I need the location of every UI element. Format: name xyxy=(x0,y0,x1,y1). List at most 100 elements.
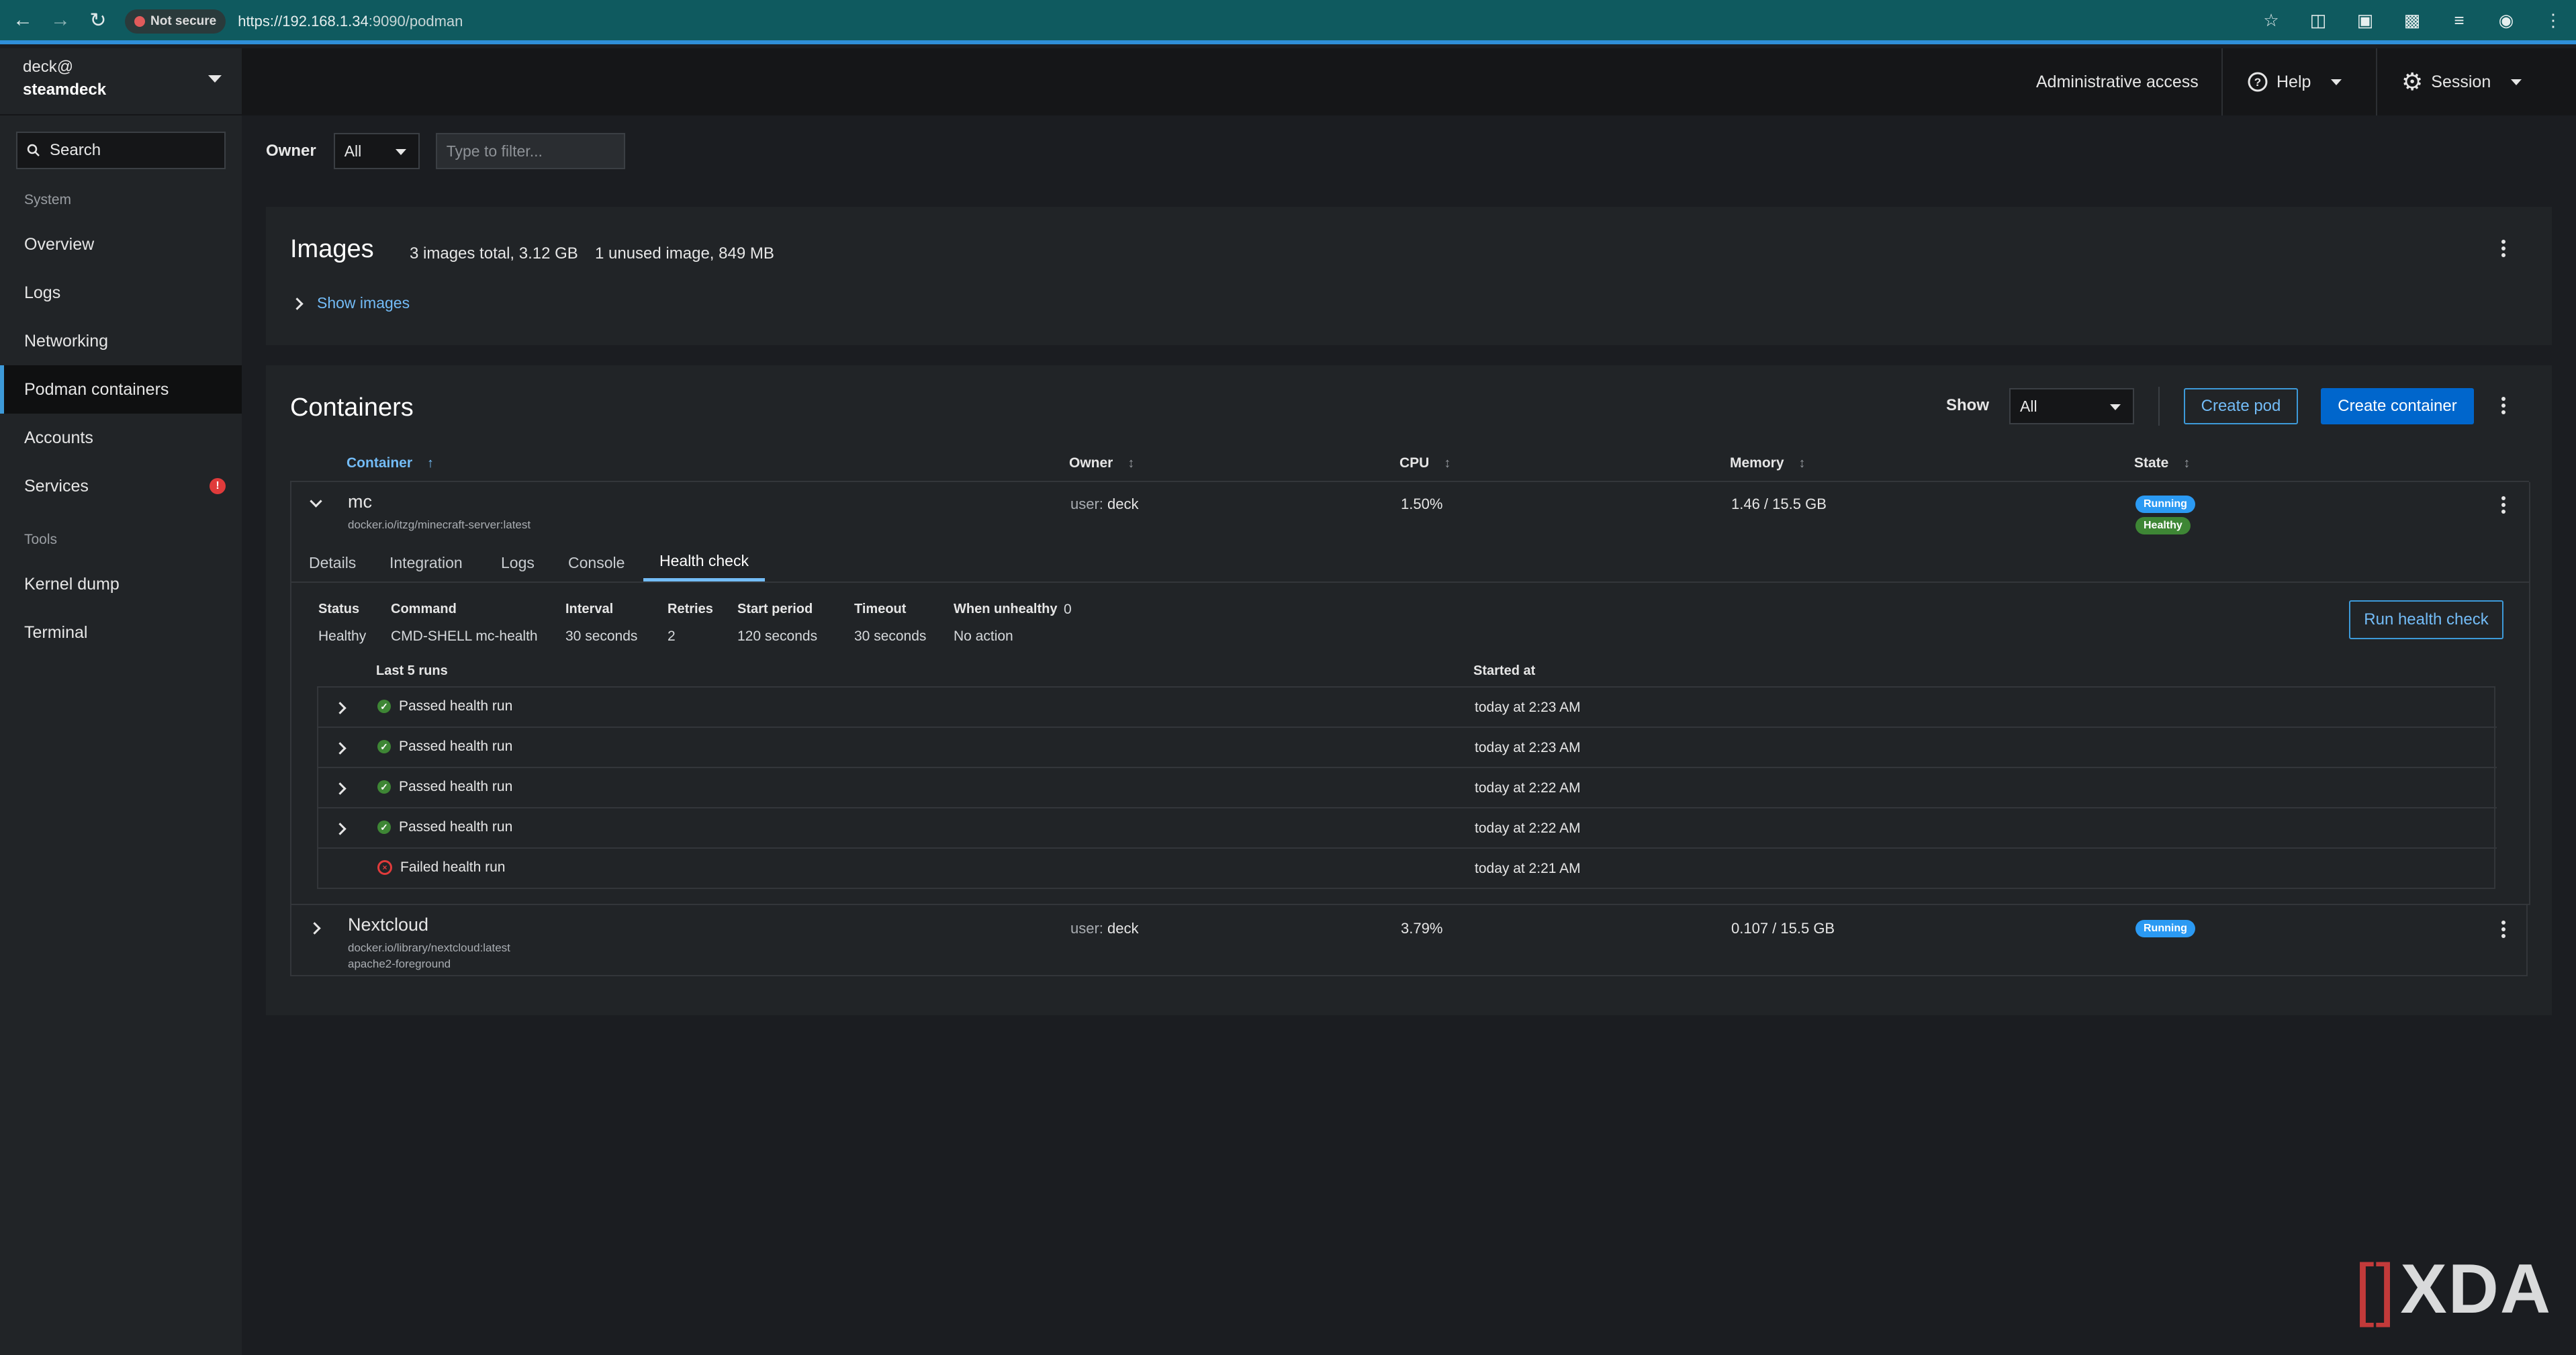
hc-when-unhealthy-label: When unhealthy xyxy=(954,602,1058,616)
reload-icon[interactable]: ↻ xyxy=(83,5,113,35)
sidebar-item-terminal[interactable]: Terminal xyxy=(0,608,242,657)
chevron-right-icon[interactable] xyxy=(291,297,304,310)
xda-logo-icon: [] xyxy=(2354,1250,2397,1328)
hc-start-period-label: Start period xyxy=(737,602,813,616)
error-circle-icon: × xyxy=(377,860,392,875)
show-images-link[interactable]: Show images xyxy=(317,294,410,312)
images-title: Images xyxy=(290,235,374,263)
help-label: Help xyxy=(2276,72,2311,91)
hc-timeout-value: 30 seconds xyxy=(854,628,927,644)
column-header-memory[interactable]: Memory ↕ xyxy=(1730,455,1806,471)
chevron-down-icon[interactable] xyxy=(310,495,322,508)
administrative-access-button[interactable]: Administrative access xyxy=(2036,48,2199,115)
status-badge: Running xyxy=(2135,920,2195,937)
browser-menu-icon[interactable]: ⋮ xyxy=(2540,7,2567,34)
hc-command-label: Command xyxy=(391,602,457,616)
hc-failing-streak: 0 xyxy=(1064,602,1072,617)
sort-icon: ↕ xyxy=(1128,455,1135,471)
sort-ascending-icon: ↑ xyxy=(427,455,434,471)
run-started-at: today at 2:22 AM xyxy=(1475,821,1581,836)
sidebar-item-logs[interactable]: Logs xyxy=(0,269,242,317)
chevron-right-icon[interactable] xyxy=(308,922,321,935)
show-select[interactable]: All xyxy=(2009,388,2134,424)
containers-kebab-icon[interactable] xyxy=(2490,392,2517,419)
extensions-puzzle-icon[interactable]: ▩ xyxy=(2399,7,2426,34)
table-row[interactable]: ✓ Passed health run today at 2:23 AM xyxy=(318,728,2497,768)
session-menu[interactable]: ⚙ Session xyxy=(2401,48,2522,115)
table-row[interactable]: ✓ Passed health run today at 2:22 AM xyxy=(318,768,2497,808)
sort-icon: ↕ xyxy=(1798,455,1806,471)
create-container-button[interactable]: Create container xyxy=(2321,388,2474,424)
run-health-check-button[interactable]: Run health check xyxy=(2349,600,2503,639)
media-controls-icon[interactable]: ≡ xyxy=(2446,7,2473,34)
hc-timeout-label: Timeout xyxy=(854,602,907,616)
run-started-at: today at 2:23 AM xyxy=(1475,740,1581,755)
last-runs-header: Last 5 runs xyxy=(376,663,448,678)
tab-health-check[interactable]: Health check xyxy=(643,544,765,581)
sidebar-item-accounts[interactable]: Accounts xyxy=(0,414,242,462)
address-bar[interactable]: Not secure https://192.168.1.34:9090/pod… xyxy=(125,7,2301,36)
column-header-cpu[interactable]: CPU ↕ xyxy=(1399,455,1451,471)
images-kebab-icon[interactable] xyxy=(2490,235,2517,262)
profile-avatar-icon[interactable]: ◉ xyxy=(2493,7,2520,34)
container-owner: user: deck xyxy=(1070,920,1139,937)
column-header-state[interactable]: State ↕ xyxy=(2134,455,2190,471)
container-command: apache2-foreground xyxy=(348,957,451,970)
sidebar-search[interactable]: Search xyxy=(16,132,226,169)
tab-details[interactable]: Details xyxy=(309,544,356,581)
table-row[interactable]: ✓ Passed health run today at 2:23 AM xyxy=(318,688,2497,728)
run-started-at: today at 2:21 AM xyxy=(1475,861,1581,876)
column-header-container[interactable]: Container ↑ xyxy=(347,455,434,471)
owner-select[interactable]: All xyxy=(333,133,420,169)
run-started-at: today at 2:23 AM xyxy=(1475,700,1581,715)
help-menu[interactable]: ? Help xyxy=(2247,48,2342,115)
extension-shield-icon[interactable]: ◫ xyxy=(2305,7,2332,34)
tab-logs[interactable]: Logs xyxy=(501,544,535,581)
gear-icon: ⚙ xyxy=(2401,68,2424,95)
not-secure-badge[interactable]: Not secure xyxy=(125,9,226,34)
status-badge: Running xyxy=(2135,496,2195,513)
tab-integration[interactable]: Integration xyxy=(389,544,463,581)
sidebar-item-podman-containers[interactable]: Podman containers xyxy=(0,365,242,414)
sidebar-item-overview[interactable]: Overview xyxy=(0,220,242,269)
filter-input[interactable]: Type to filter... xyxy=(435,133,625,169)
sidebar-item-kernel-dump[interactable]: Kernel dump xyxy=(0,560,242,608)
sidebar-item-label: Accounts xyxy=(24,428,93,447)
chevron-right-icon[interactable] xyxy=(334,742,347,755)
table-row[interactable]: ✓ Passed health run today at 2:22 AM xyxy=(318,808,2497,849)
host-switcher[interactable]: deck@ steamdeck xyxy=(0,48,242,115)
sidebar-item-label: Networking xyxy=(24,331,109,351)
sidebar-item-services[interactable]: Services ! xyxy=(0,462,242,510)
create-pod-button[interactable]: Create pod xyxy=(2184,388,2298,424)
container-cpu: 3.79% xyxy=(1401,920,1443,937)
xda-watermark: [] XDA xyxy=(2354,1250,2552,1328)
hc-interval-value: 30 seconds xyxy=(565,628,638,644)
sidebar-item-label: Kernel dump xyxy=(24,574,120,594)
row-kebab-icon[interactable] xyxy=(2490,916,2517,943)
bookmark-star-icon[interactable]: ☆ xyxy=(2258,7,2285,34)
show-select-value: All xyxy=(2020,397,2037,415)
check-circle-icon: ✓ xyxy=(377,740,391,753)
alert-badge-icon: ! xyxy=(210,478,226,494)
chevron-right-icon[interactable] xyxy=(334,823,347,835)
back-icon[interactable]: ← xyxy=(8,5,38,35)
sidebar-item-networking[interactable]: Networking xyxy=(0,317,242,365)
forward-icon[interactable]: → xyxy=(46,5,75,35)
tab-console[interactable]: Console xyxy=(568,544,625,581)
owner-toolbar: Owner All Type to filter... xyxy=(266,133,625,169)
nav-group-system: System xyxy=(24,192,72,207)
container-memory: 1.46 / 15.5 GB xyxy=(1731,496,1827,512)
chevron-right-icon[interactable] xyxy=(334,782,347,795)
row-kebab-icon[interactable] xyxy=(2490,492,2517,518)
run-started-at: today at 2:22 AM xyxy=(1475,780,1581,796)
filter-placeholder: Type to filter... xyxy=(446,142,543,160)
sidebar-search-label: Search xyxy=(50,141,101,159)
chevron-right-icon[interactable] xyxy=(334,702,347,714)
images-card: Images 3 images total, 3.12 GB 1 unused … xyxy=(266,207,2552,345)
check-circle-icon: ✓ xyxy=(377,821,391,834)
column-header-owner[interactable]: Owner ↕ xyxy=(1069,455,1134,471)
hc-retries-label: Retries xyxy=(668,602,713,616)
chevron-down-icon xyxy=(2110,404,2121,410)
hc-start-period-value: 120 seconds xyxy=(737,628,818,644)
extension-translate-icon[interactable]: ▣ xyxy=(2352,7,2379,34)
